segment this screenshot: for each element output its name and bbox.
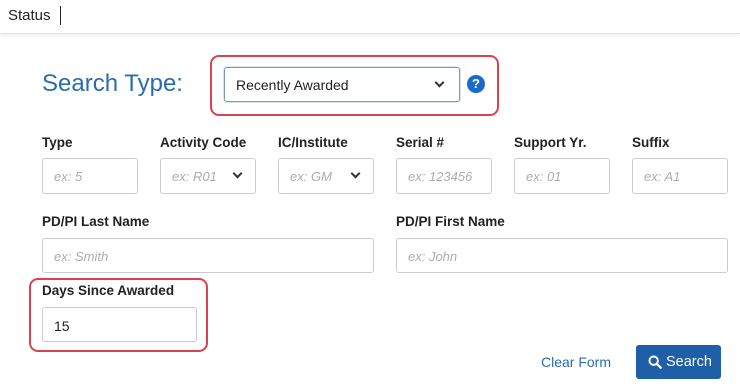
search-type-selected: Recently Awarded [236,77,349,93]
text-cursor [60,6,61,25]
pi-first-name-input[interactable]: ex: John [396,238,728,273]
chevron-down-icon [232,168,243,179]
suffix-placeholder: ex: A1 [644,169,681,184]
suffix-input[interactable]: ex: A1 [632,158,728,194]
support-yr-input[interactable]: ex: 01 [514,158,610,194]
search-button[interactable]: Search [636,345,721,379]
top-bar: Status [0,0,740,34]
pi-first-name-placeholder: ex: John [408,249,458,264]
suffix-label: Suffix [632,135,670,150]
days-since-awarded-label: Days Since Awarded [42,283,175,298]
activity-code-label: Activity Code [160,135,247,150]
activity-code-placeholder: ex: R01 [172,169,217,184]
search-type-select[interactable]: Recently Awarded [224,67,460,102]
activity-code-select[interactable]: ex: R01 [160,158,256,194]
ic-institute-placeholder: ex: GM [290,169,332,184]
ic-institute-label: IC/Institute [278,135,348,150]
serial-placeholder: ex: 123456 [408,169,473,184]
pi-last-name-label: PD/PI Last Name [42,214,150,229]
chevron-down-icon [434,77,445,88]
days-since-awarded-input[interactable]: 15 [42,307,197,342]
search-button-label: Search [666,354,712,370]
pi-first-name-label: PD/PI First Name [396,214,505,229]
status-tab[interactable]: Status [8,7,51,24]
type-input[interactable]: ex: 5 [42,158,138,194]
pi-last-name-placeholder: ex: Smith [54,249,109,264]
type-label: Type [42,135,73,150]
support-yr-label: Support Yr. [514,135,587,150]
search-type-label: Search Type: [42,70,183,97]
type-placeholder: ex: 5 [54,169,83,184]
days-since-awarded-value: 15 [54,318,70,334]
search-icon [648,355,662,369]
ic-institute-select[interactable]: ex: GM [278,158,374,194]
serial-input[interactable]: ex: 123456 [396,158,492,194]
clear-form-link[interactable]: Clear Form [541,354,611,370]
pi-last-name-input[interactable]: ex: Smith [42,238,374,273]
help-icon[interactable]: ? [467,75,485,93]
support-yr-placeholder: ex: 01 [526,169,562,184]
chevron-down-icon [350,168,361,179]
serial-label: Serial # [396,135,445,150]
